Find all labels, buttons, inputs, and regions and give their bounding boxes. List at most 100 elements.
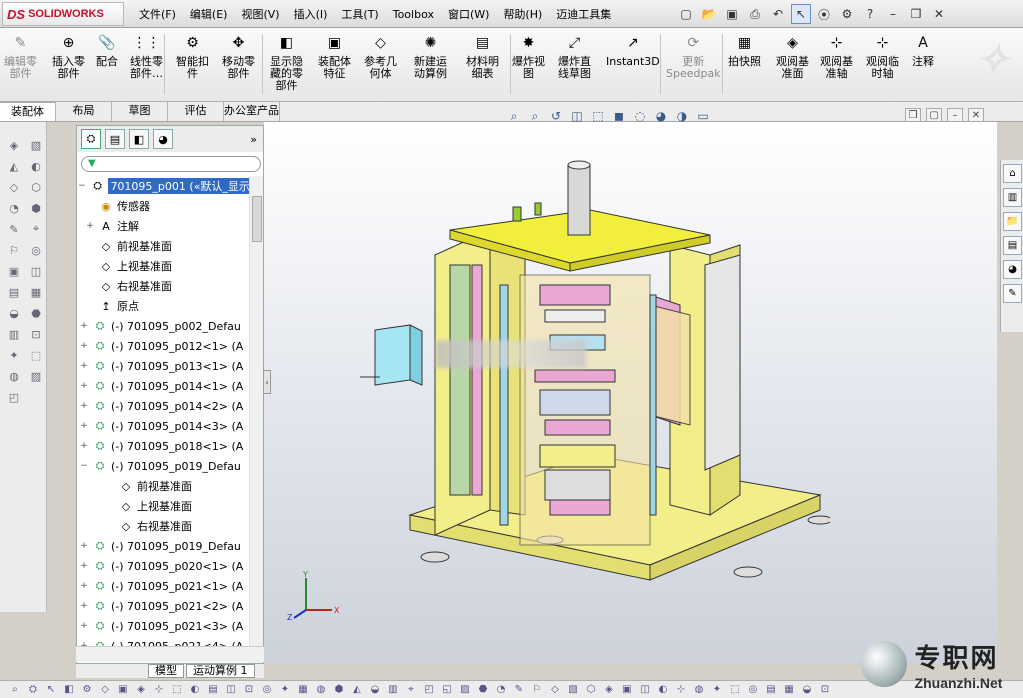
bottom-tool-31-icon[interactable]: ▧ bbox=[566, 683, 580, 697]
tab-0[interactable]: 装配体 bbox=[0, 102, 56, 121]
bottom-tool-38-icon[interactable]: ◍ bbox=[692, 683, 706, 697]
doc-minimize-icon[interactable]: – bbox=[947, 108, 963, 122]
bottom-tool-32-icon[interactable]: ⬡ bbox=[584, 683, 598, 697]
left-tool-10-icon[interactable]: ⚐ bbox=[4, 241, 24, 259]
bottom-tool-21-icon[interactable]: ▥ bbox=[386, 683, 400, 697]
left-tool-0-icon[interactable]: ◈ bbox=[4, 136, 24, 154]
appearance-icon[interactable]: ◕ bbox=[652, 108, 670, 124]
left-tool-19-icon[interactable]: ⊡ bbox=[26, 325, 46, 343]
expand-toggle-icon[interactable]: + bbox=[79, 621, 89, 631]
ribbon-tool-view-temp-axes[interactable]: ⊹ 观阅临 时轴 bbox=[866, 32, 899, 80]
menu-item-2[interactable]: 视图(V) bbox=[234, 6, 286, 22]
expand-toggle-icon[interactable]: + bbox=[79, 541, 89, 551]
expand-toggle-icon[interactable]: + bbox=[79, 401, 89, 411]
bottom-tool-5-icon[interactable]: ◇ bbox=[98, 683, 112, 697]
feature-tree-tab-icon[interactable]: ⛭ bbox=[81, 129, 101, 149]
tree-node[interactable]: + ⛭ (-) 701095_p020<1> (A bbox=[77, 556, 249, 576]
bottom-tool-25-icon[interactable]: ▨ bbox=[458, 683, 472, 697]
tree-node[interactable]: ◇ 前视基准面 bbox=[77, 236, 249, 256]
left-tool-17-icon[interactable]: ⬣ bbox=[26, 304, 46, 322]
left-tool-5-icon[interactable]: ⬡ bbox=[26, 178, 46, 196]
file-explorer-icon[interactable]: 📁 bbox=[1003, 212, 1022, 231]
expand-toggle-icon[interactable]: + bbox=[79, 561, 89, 571]
window-close-icon[interactable]: ✕ bbox=[929, 4, 949, 24]
solidworks-logo[interactable]: DS SOLIDWORKS bbox=[2, 2, 124, 26]
menu-item-7[interactable]: 帮助(H) bbox=[496, 6, 549, 22]
bottom-tool-11-icon[interactable]: ▤ bbox=[206, 683, 220, 697]
ribbon-tool-exploded-view[interactable]: ✸ 爆炸视 图 bbox=[512, 32, 545, 80]
ribbon-tool-explode-line-sketch[interactable]: ⤢ 爆炸直 线草图 bbox=[558, 32, 591, 80]
expand-toggle-icon[interactable]: + bbox=[79, 321, 89, 331]
tree-node[interactable]: + ⛭ (-) 701095_p018<1> (A bbox=[77, 436, 249, 456]
expand-toggle-icon[interactable]: + bbox=[85, 221, 95, 231]
left-tool-9-icon[interactable]: ⌖ bbox=[26, 220, 46, 238]
rebuild-traffic-light-icon[interactable]: ⦿ bbox=[814, 4, 834, 24]
bottom-tool-45-icon[interactable]: ⊡ bbox=[818, 683, 832, 697]
expand-toggle-icon[interactable]: + bbox=[79, 381, 89, 391]
bottom-tool-16-icon[interactable]: ▦ bbox=[296, 683, 310, 697]
tree-node[interactable]: ◇ 右视基准面 bbox=[77, 516, 249, 536]
custom-properties-icon[interactable]: ✎ bbox=[1003, 284, 1022, 303]
tree-node[interactable]: + ⛭ (-) 701095_p002_Defau bbox=[77, 316, 249, 336]
tab-3[interactable]: 评估 bbox=[168, 102, 224, 121]
bottom-tool-43-icon[interactable]: ▦ bbox=[782, 683, 796, 697]
window-minimize-icon[interactable]: – bbox=[883, 4, 903, 24]
bottom-tool-34-icon[interactable]: ▣ bbox=[620, 683, 634, 697]
view-palette-icon[interactable]: ▤ bbox=[1003, 236, 1022, 255]
solidworks-resources-icon[interactable]: ⌂ bbox=[1003, 164, 1022, 183]
bottom-tool-35-icon[interactable]: ◫ bbox=[638, 683, 652, 697]
tab-1[interactable]: 布局 bbox=[56, 102, 112, 121]
left-tool-4-icon[interactable]: ◇ bbox=[4, 178, 24, 196]
tree-horizontal-scrollbar[interactable] bbox=[76, 646, 264, 662]
menu-item-0[interactable]: 文件(F) bbox=[132, 6, 183, 22]
bottom-tool-14-icon[interactable]: ◎ bbox=[260, 683, 274, 697]
bottom-tool-17-icon[interactable]: ◍ bbox=[314, 683, 328, 697]
tree-scrollbar-thumb[interactable] bbox=[252, 196, 262, 242]
ribbon-tool-edit-component[interactable]: ✎ 编辑零 部件 bbox=[4, 32, 37, 80]
doc-tile-icon[interactable]: ▢ bbox=[926, 108, 942, 122]
bottom-tool-23-icon[interactable]: ◰ bbox=[422, 683, 436, 697]
bottom-tool-40-icon[interactable]: ⬚ bbox=[728, 683, 742, 697]
bottom-tool-37-icon[interactable]: ⊹ bbox=[674, 683, 688, 697]
left-tool-6-icon[interactable]: ◔ bbox=[4, 199, 24, 217]
bottom-tool-20-icon[interactable]: ◒ bbox=[368, 683, 382, 697]
bottom-tool-39-icon[interactable]: ✦ bbox=[710, 683, 724, 697]
left-tool-21-icon[interactable]: ⬚ bbox=[26, 346, 46, 364]
left-tool-18-icon[interactable]: ▥ bbox=[4, 325, 24, 343]
left-tool-2-icon[interactable]: ◭ bbox=[4, 157, 24, 175]
ribbon-tool-speedpak[interactable]: ⟳ 更新 Speedpak bbox=[666, 32, 721, 80]
expand-toggle-icon[interactable]: + bbox=[79, 441, 89, 451]
tree-node[interactable]: ◇ 前视基准面 bbox=[77, 476, 249, 496]
bottom-tool-8-icon[interactable]: ⊹ bbox=[152, 683, 166, 697]
zoom-area-icon[interactable]: ⌕ bbox=[526, 108, 544, 124]
undo-icon[interactable]: ↶ bbox=[768, 4, 788, 24]
tab-2[interactable]: 草图 bbox=[112, 102, 168, 121]
bottom-tool-6-icon[interactable]: ▣ bbox=[116, 683, 130, 697]
scene-icon[interactable]: ◑ bbox=[673, 108, 691, 124]
tree-node[interactable]: + ⛭ (-) 701095_p021<3> (A bbox=[77, 616, 249, 636]
ribbon-tool-view-axes[interactable]: ⊹ 观阅基 准轴 bbox=[820, 32, 853, 80]
tree-scrollbar[interactable] bbox=[249, 176, 263, 663]
bottom-tool-28-icon[interactable]: ✎ bbox=[512, 683, 526, 697]
bottom-tool-27-icon[interactable]: ◔ bbox=[494, 683, 508, 697]
bottom-tool-7-icon[interactable]: ◈ bbox=[134, 683, 148, 697]
bottom-tool-13-icon[interactable]: ⊡ bbox=[242, 683, 256, 697]
menu-item-3[interactable]: 插入(I) bbox=[287, 6, 335, 22]
left-tool-12-icon[interactable]: ▣ bbox=[4, 262, 24, 280]
left-tool-11-icon[interactable]: ◎ bbox=[26, 241, 46, 259]
bottom-tool-30-icon[interactable]: ◇ bbox=[548, 683, 562, 697]
ribbon-tool-view-planes[interactable]: ◈ 观阅基 准面 bbox=[776, 32, 809, 80]
configuration-manager-tab-icon[interactable]: ◧ bbox=[129, 129, 149, 149]
tree-node[interactable]: + ⛭ (-) 701095_p021<2> (A bbox=[77, 596, 249, 616]
ribbon-tool-move-component[interactable]: ✥ 移动零 部件 bbox=[222, 32, 255, 80]
appearances-icon[interactable]: ◕ bbox=[1003, 260, 1022, 279]
assembly-model[interactable] bbox=[350, 155, 830, 585]
tree-node[interactable]: ↥ 原点 bbox=[77, 296, 249, 316]
tree-node[interactable]: − ⛭ (-) 701095_p019_Defau bbox=[77, 456, 249, 476]
bottom-tab-1[interactable]: 运动算例 1 bbox=[186, 664, 255, 678]
options-icon[interactable]: ⚙ bbox=[837, 4, 857, 24]
left-tool-1-icon[interactable]: ▧ bbox=[26, 136, 46, 154]
tab-4[interactable]: 办公室产品 bbox=[224, 102, 280, 121]
bottom-tool-24-icon[interactable]: ◱ bbox=[440, 683, 454, 697]
property-manager-tab-icon[interactable]: ▤ bbox=[105, 129, 125, 149]
